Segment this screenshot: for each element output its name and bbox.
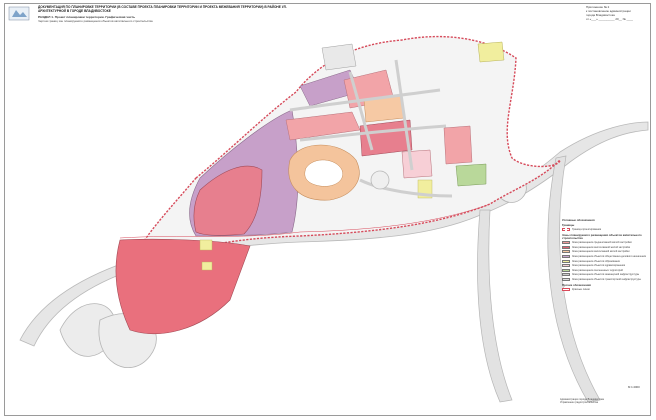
legend-item: Красные линии xyxy=(562,287,648,292)
roundabout xyxy=(370,170,390,190)
legend-swatch xyxy=(562,254,570,258)
legend-item: Зона размещения объектов транспортной ин… xyxy=(562,277,648,282)
scale-label: М 1:2000 xyxy=(628,385,640,389)
central-courtyard xyxy=(304,159,343,187)
legend-swatch xyxy=(562,273,570,277)
road-south xyxy=(477,209,513,403)
legend-label: Зона размещения озелененных территорий xyxy=(572,268,623,272)
legend-swatch xyxy=(562,241,570,245)
zone-engineering[interactable] xyxy=(321,43,357,71)
legend-label: Зона размещения многоэтажной жилой застр… xyxy=(572,245,631,249)
zone-education-north[interactable] xyxy=(477,41,505,63)
zone-education-2[interactable] xyxy=(201,261,213,271)
legend-swatch xyxy=(562,277,570,281)
legend-label: Зона размещения объектов здравоохранения xyxy=(572,264,626,268)
legend-swatch xyxy=(562,287,570,291)
zone-green[interactable] xyxy=(455,163,487,187)
legend-label: Зона размещения объектов транспортной ин… xyxy=(572,277,641,281)
legend-label: Зона размещения объектов общественно-дел… xyxy=(572,254,646,258)
legend-label: Граница проектирования xyxy=(572,228,602,232)
legend-item: Граница проектирования xyxy=(562,227,648,232)
zone-residential-mid-3[interactable] xyxy=(443,125,473,165)
legend-swatch xyxy=(562,259,570,263)
legend-label: Зона размещения среднеэтажной жилой заст… xyxy=(572,241,632,245)
legend-swatch xyxy=(562,250,570,254)
planning-map[interactable] xyxy=(0,0,656,420)
map-legend: Условные обозначения Границы Граница про… xyxy=(562,217,648,292)
zone-residential-multi-south[interactable] xyxy=(115,238,251,335)
legend-swatch-boundary xyxy=(562,228,570,232)
zone-health[interactable] xyxy=(401,149,433,179)
legend-swatch xyxy=(562,264,570,268)
footer-line: Управление градостроительства xyxy=(560,401,598,405)
legend-label: Зона размещения малоэтажной жилой застро… xyxy=(572,250,630,254)
legend-title: Условные обозначения xyxy=(562,218,595,222)
legend-label: Зона размещения объектов инженерной инфр… xyxy=(572,273,640,277)
legend-swatch xyxy=(562,245,570,249)
legend-swatch xyxy=(562,268,570,272)
legend-label: Красные линии xyxy=(572,287,590,291)
legend-label: Зона размещения объектов образования xyxy=(572,259,620,263)
zone-education-1[interactable] xyxy=(199,239,213,251)
map-footer: Администрация города Владивостока Управл… xyxy=(560,398,646,405)
